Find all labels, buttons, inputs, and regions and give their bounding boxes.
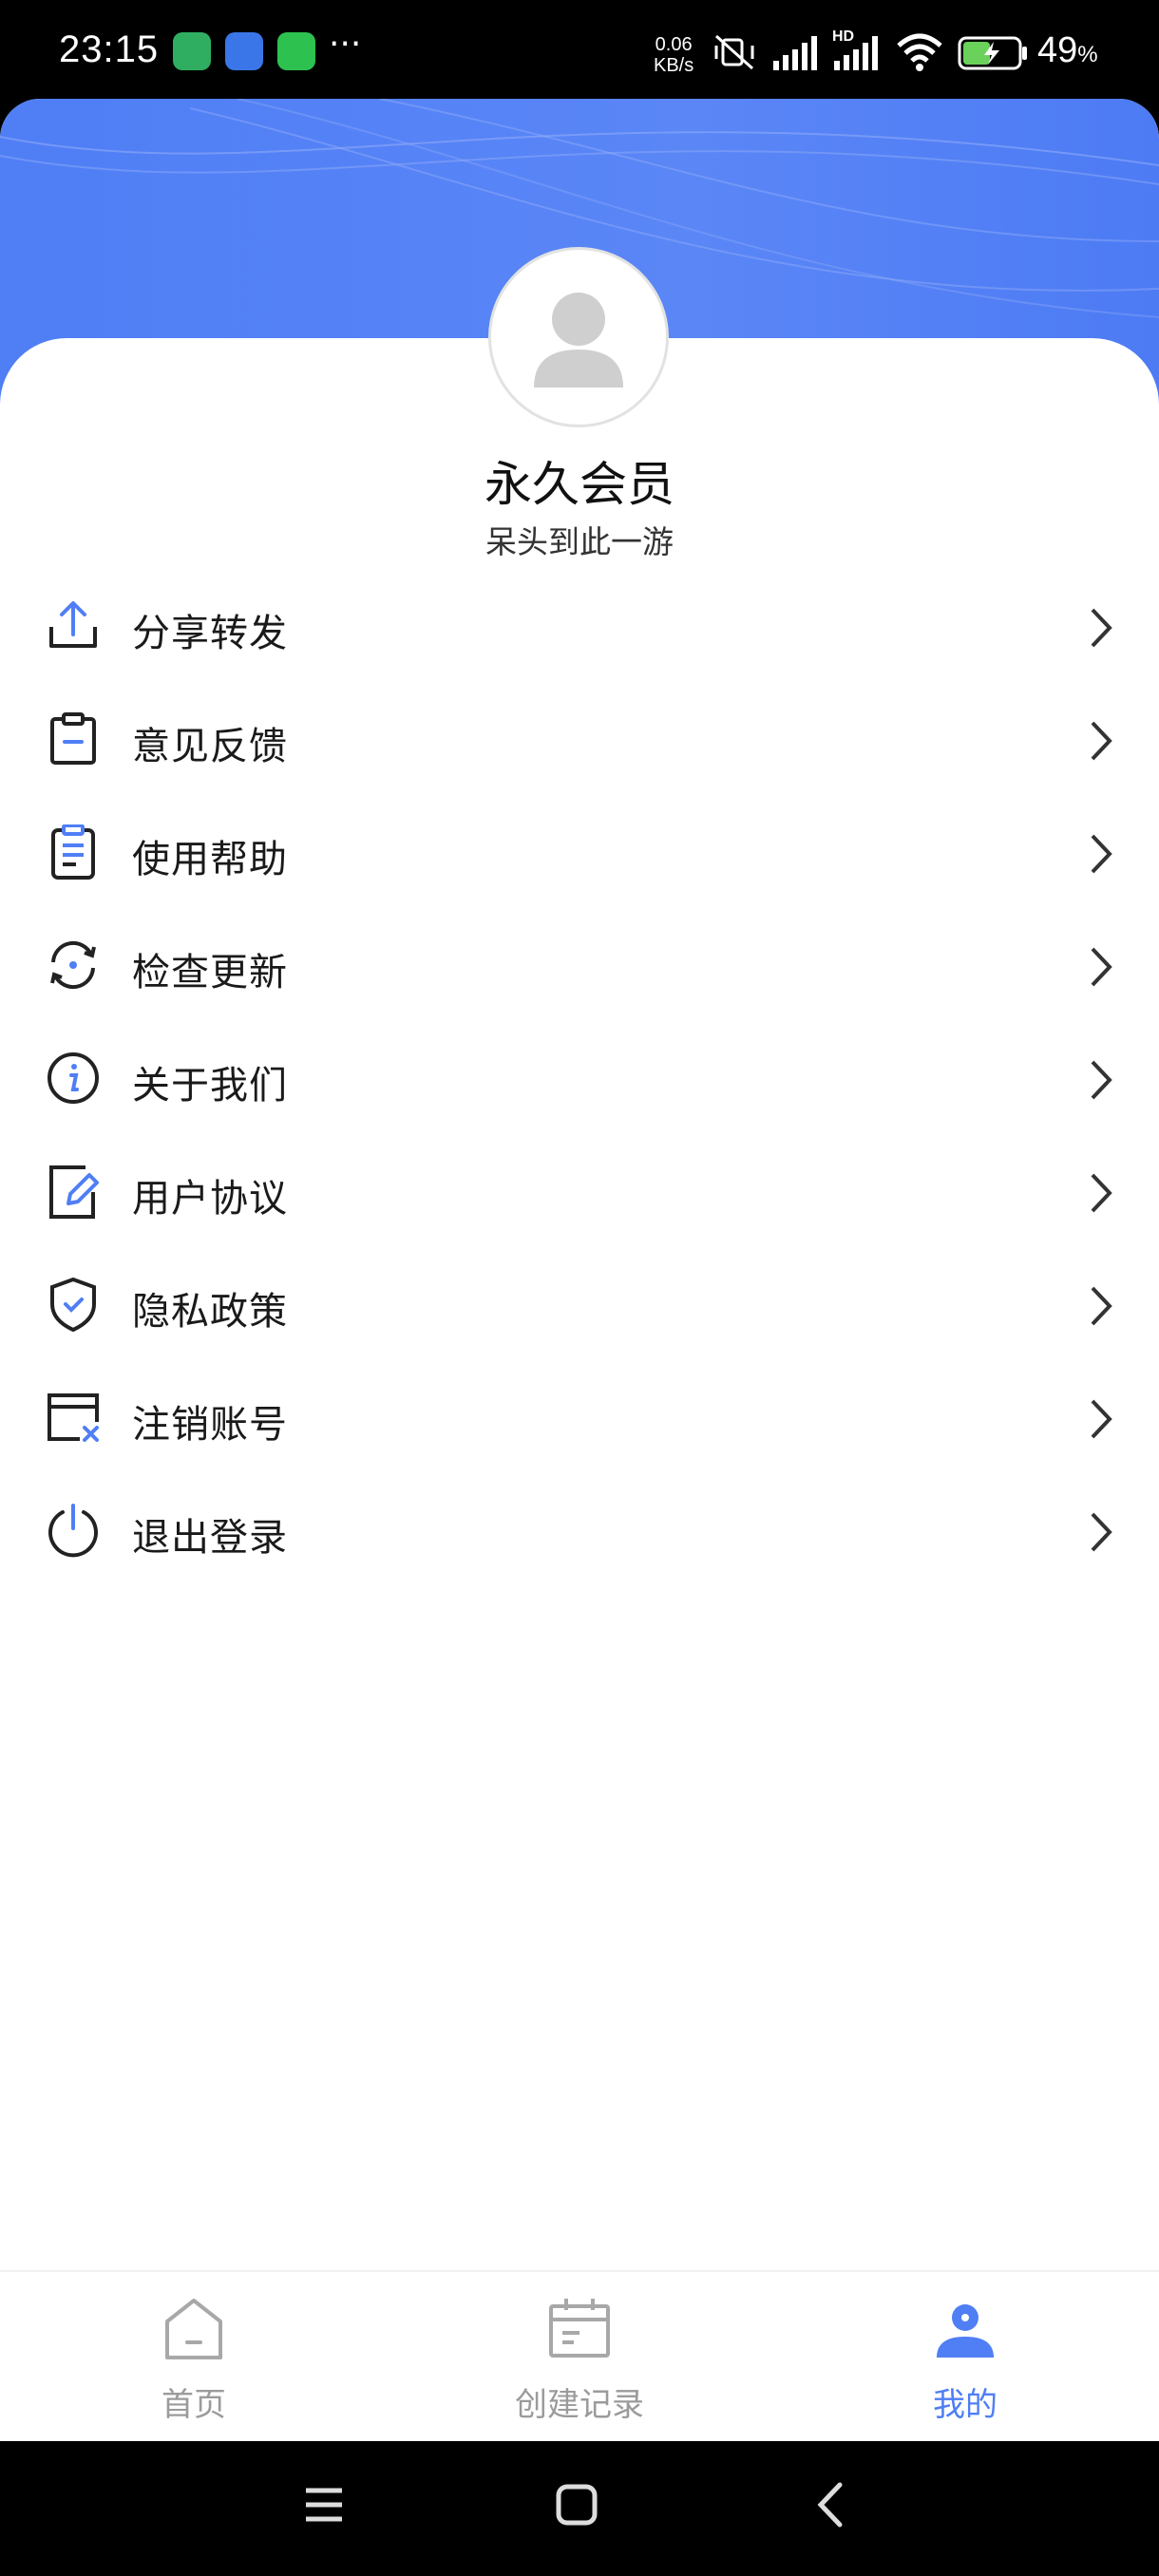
bottom-tab-bar: 首页 创建记录 我的 — [0, 2270, 1159, 2441]
network-speed: 0.06 KB/s — [654, 34, 694, 76]
tab-home-label: 首页 — [162, 2386, 226, 2424]
menu-item-label: 注销账号 — [132, 1403, 288, 1447]
user-icon — [937, 2304, 994, 2358]
chevron-right-icon — [1091, 834, 1112, 874]
edit-agreement-icon — [49, 1165, 99, 1219]
chevron-right-icon — [1091, 1060, 1112, 1100]
chevron-right-icon — [1091, 1286, 1112, 1326]
menu-item-privacy[interactable]: 隐私政策 — [0, 1246, 1159, 1359]
more-notifications-icon: ··· — [329, 25, 362, 64]
status-time: 23:15 — [59, 28, 160, 70]
menu-item-logout[interactable]: 退出登录 — [0, 1472, 1159, 1585]
avatar[interactable] — [488, 247, 669, 427]
signal-icon — [773, 36, 817, 70]
chevron-right-icon — [1091, 1512, 1112, 1552]
mute-vibrate-icon — [714, 34, 754, 70]
wechat-icon — [277, 32, 315, 70]
calendar-icon — [549, 2299, 610, 2358]
refresh-update-icon — [50, 940, 96, 990]
home-icon — [165, 2299, 222, 2359]
shield-check-icon — [50, 1277, 96, 1332]
menu-item-about[interactable]: 关于我们 — [0, 1020, 1159, 1133]
menu-item-label: 隐私政策 — [132, 1290, 288, 1334]
help-document-icon — [51, 824, 95, 880]
menu-item-label: 检查更新 — [132, 951, 288, 994]
status-bar: 23:15 ··· 0.06 KB/s HD 49% — [0, 0, 1159, 104]
settings-menu: 分享转发 意见反馈 使用帮助 检查更新 关于我们 用户协议 隐私政策 注销账号 … — [0, 568, 1159, 1585]
chevron-right-icon — [1091, 947, 1112, 987]
home-nav-icon[interactable] — [555, 2483, 598, 2527]
system-navigation-bar — [0, 2441, 1159, 2576]
feedback-clipboard-icon — [50, 712, 96, 765]
user-subtitle: 呆头到此一游 — [485, 523, 674, 560]
menu-item-update[interactable]: 检查更新 — [0, 907, 1159, 1020]
user-placeholder-icon — [534, 293, 623, 388]
wifi-icon — [897, 33, 942, 71]
tab-records-label: 创建记录 — [515, 2386, 644, 2424]
menu-item-help[interactable]: 使用帮助 — [0, 794, 1159, 907]
battery-percent-value: 49 — [1037, 30, 1078, 70]
menu-item-label: 意见反馈 — [132, 725, 288, 768]
green-app-icon — [173, 32, 211, 70]
battery-percent: 49% — [1037, 30, 1098, 71]
close-account-icon — [48, 1393, 99, 1442]
power-icon — [48, 1504, 98, 1558]
menu-item-label: 用户协议 — [132, 1177, 288, 1221]
tab-mine-label: 我的 — [933, 2386, 998, 2424]
menu-item-label: 退出登录 — [132, 1516, 288, 1560]
menu-item-feedback[interactable]: 意见反馈 — [0, 681, 1159, 794]
chevron-right-icon — [1091, 721, 1112, 761]
menu-item-label: 关于我们 — [132, 1064, 288, 1108]
menu-item-share[interactable]: 分享转发 — [0, 568, 1159, 681]
chevron-right-icon — [1091, 1173, 1112, 1213]
network-speed-unit: KB/s — [654, 55, 694, 76]
signal-hd-icon — [834, 36, 878, 70]
tab-mine[interactable]: 我的 — [851, 2272, 1079, 2441]
share-upload-icon — [49, 601, 97, 648]
tab-home[interactable]: 首页 — [80, 2272, 308, 2441]
phone-app-icon — [225, 32, 263, 70]
menu-icon[interactable] — [302, 2483, 346, 2527]
menu-item-label: 分享转发 — [132, 612, 288, 655]
chevron-right-icon — [1091, 1399, 1112, 1439]
chevron-right-icon — [1091, 608, 1112, 648]
back-icon[interactable] — [813, 2481, 846, 2529]
info-circle-icon — [48, 1052, 99, 1104]
user-name: 永久会员 — [484, 457, 674, 512]
profile-page: 永久会员 呆头到此一游 分享转发 意见反馈 使用帮助 检查更新 关于我们 用户协… — [0, 99, 1159, 2441]
tab-records[interactable]: 创建记录 — [466, 2272, 694, 2441]
battery-charging-icon — [958, 36, 1027, 70]
battery-percent-unit: % — [1077, 42, 1098, 67]
menu-item-agreement[interactable]: 用户协议 — [0, 1133, 1159, 1246]
menu-item-close-account[interactable]: 注销账号 — [0, 1359, 1159, 1472]
network-speed-value: 0.06 — [655, 34, 693, 55]
menu-item-label: 使用帮助 — [132, 838, 288, 881]
